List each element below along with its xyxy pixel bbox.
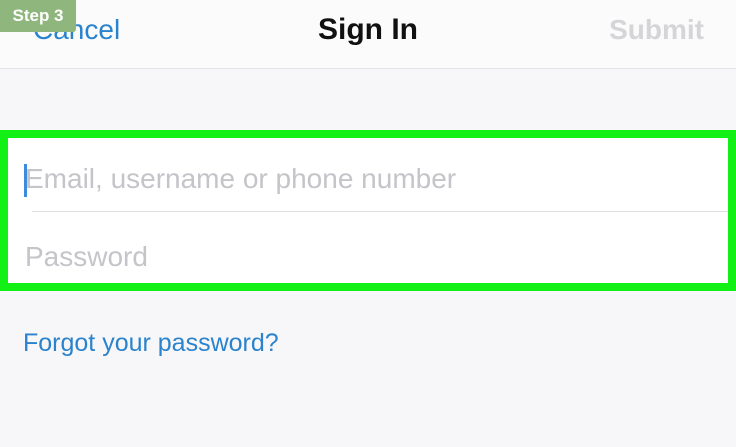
password-placeholder: Password (25, 241, 148, 272)
email-placeholder: Email, username or phone number (25, 163, 457, 194)
field-divider (32, 211, 728, 212)
submit-button[interactable]: Submit (609, 14, 704, 46)
nav-bar: Cancel Sign In Submit (0, 0, 736, 69)
forgot-password-link[interactable]: Forgot your password? (23, 329, 279, 358)
password-field[interactable]: Password (24, 226, 724, 288)
email-field[interactable]: Email, username or phone number (24, 148, 724, 210)
step-badge: Step 3 (0, 0, 76, 32)
sign-in-form: Email, username or phone number Password (0, 130, 736, 291)
